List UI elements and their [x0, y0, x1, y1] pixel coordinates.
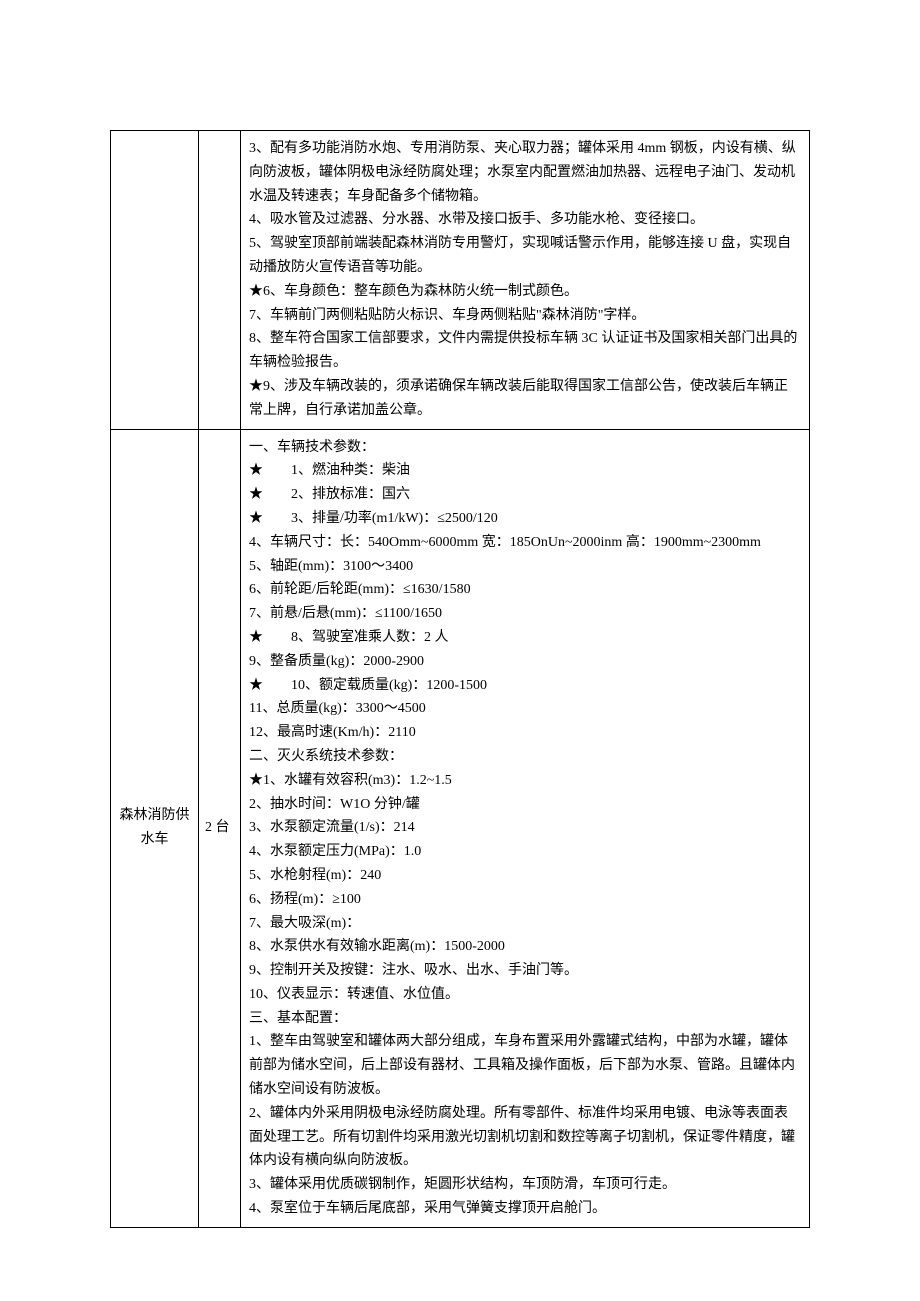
spec-line: 5、驾驶室顶部前端装配森林消防专用警灯，实现喊话警示作用，能够连接 U 盘，实现…	[249, 232, 801, 280]
spec-line: 1、整车由驾驶室和罐体两大部分组成，车身布置采用外露罐式结构，中部为水罐，罐体前…	[249, 1030, 801, 1101]
spec-line: 7、前悬/后悬(mm)：≤1100/1650	[249, 602, 801, 626]
spec-line: 6、前轮距/后轮距(mm)：≤1630/1580	[249, 578, 801, 602]
spec-line: 7、最大吸深(m)：	[249, 912, 801, 936]
spec-line: ★9、涉及车辆改装的，须承诺确保车辆改装后能取得国家工信部公告，使改装后车辆正常…	[249, 375, 801, 423]
spec-line: 5、水枪射程(m)：240	[249, 864, 801, 888]
item-name-cell	[111, 131, 199, 430]
spec-line: 8、整车符合国家工信部要求，文件内需提供投标车辆 3C 认证证书及国家相关部门出…	[249, 327, 801, 375]
spec-line: 9、整备质量(kg)：2000-2900	[249, 650, 801, 674]
spec-line: ★1、水罐有效容积(m3)：1.2~1.5	[249, 769, 801, 793]
spec-line: 2、抽水时间：W1O 分钟/罐	[249, 793, 801, 817]
spec-line: 4、水泵额定压力(MPa)：1.0	[249, 840, 801, 864]
spec-line: 4、吸水管及过滤器、分水器、水带及接口扳手、多功能水枪、变径接口。	[249, 208, 801, 232]
spec-table: 3、配有多功能消防水炮、专用消防泵、夹心取力器；罐体采用 4mm 钢板，内设有横…	[110, 130, 810, 1228]
table-row: 森林消防供水车2 台一、车辆技术参数：★ 1、燃油种类：柴油★ 2、排放标准：国…	[111, 429, 810, 1227]
spec-line: 3、水泵额定流量(1/s)：214	[249, 816, 801, 840]
item-spec-cell: 3、配有多功能消防水炮、专用消防泵、夹心取力器；罐体采用 4mm 钢板，内设有横…	[241, 131, 810, 430]
spec-line: 三、基本配置：	[249, 1007, 801, 1031]
spec-line: 12、最高时速(Km/h)：2110	[249, 721, 801, 745]
spec-line: ★6、车身颜色：整车颜色为森林防火统一制式颜色。	[249, 280, 801, 304]
spec-line: 5、轴距(mm)：3100～3400	[249, 555, 801, 579]
spec-line: 6、扬程(m)：≥100	[249, 888, 801, 912]
spec-line: 3、配有多功能消防水炮、专用消防泵、夹心取力器；罐体采用 4mm 钢板，内设有横…	[249, 137, 801, 208]
item-qty-cell	[199, 131, 241, 430]
spec-line: 3、罐体采用优质碳钢制作，矩圆形状结构，车顶防滑，车顶可行走。	[249, 1173, 801, 1197]
table-row: 3、配有多功能消防水炮、专用消防泵、夹心取力器；罐体采用 4mm 钢板，内设有横…	[111, 131, 810, 430]
spec-line: 11、总质量(kg)：3300～4500	[249, 697, 801, 721]
spec-line: 8、水泵供水有效输水距离(m)：1500-2000	[249, 935, 801, 959]
spec-line: ★ 3、排量/功率(m1/kW)：≤2500/120	[249, 507, 801, 531]
spec-line: 7、车辆前门两侧粘贴防火标识、车身两侧粘贴"森林消防"字样。	[249, 304, 801, 328]
item-spec-cell: 一、车辆技术参数：★ 1、燃油种类：柴油★ 2、排放标准：国六★ 3、排量/功率…	[241, 429, 810, 1227]
spec-line: ★ 10、额定载质量(kg)：1200-1500	[249, 674, 801, 698]
spec-line: 2、罐体内外采用阴极电泳经防腐处理。所有零部件、标准件均采用电镀、电泳等表面表面…	[249, 1102, 801, 1173]
spec-line: ★ 8、驾驶室准乘人数：2 人	[249, 626, 801, 650]
spec-line: ★ 2、排放标准：国六	[249, 483, 801, 507]
spec-line: 4、泵室位于车辆后尾底部，采用气弹簧支撑顶开启舱门。	[249, 1197, 801, 1221]
item-qty-cell: 2 台	[199, 429, 241, 1227]
spec-line: 4、车辆尺寸：长：540Omm~6000mm 宽：185OnUn~2000inm…	[249, 531, 801, 555]
spec-line: ★ 1、燃油种类：柴油	[249, 459, 801, 483]
spec-line: 二、灭火系统技术参数：	[249, 745, 801, 769]
spec-line: 9、控制开关及按键：注水、吸水、出水、手油门等。	[249, 959, 801, 983]
spec-line: 10、仪表显示：转速值、水位值。	[249, 983, 801, 1007]
item-name-cell: 森林消防供水车	[111, 429, 199, 1227]
spec-line: 一、车辆技术参数：	[249, 436, 801, 460]
